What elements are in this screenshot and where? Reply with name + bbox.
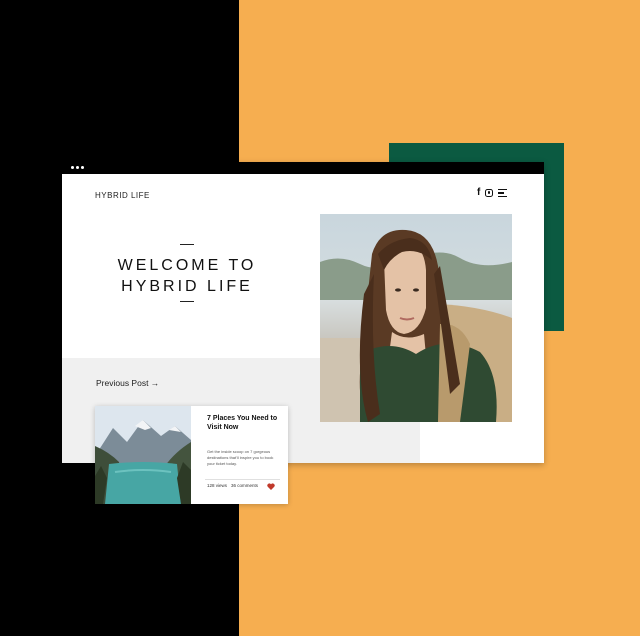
instagram-icon[interactable] <box>485 189 494 197</box>
window-dot-icon[interactable] <box>81 166 84 169</box>
hero-bottom-rule <box>180 301 194 303</box>
previous-post-link[interactable]: Previous Post → <box>96 378 159 388</box>
card-description: Get the inside scoop on 7 gorgeous desti… <box>207 449 274 466</box>
heart-icon[interactable] <box>267 483 275 490</box>
card-divider <box>205 479 280 480</box>
window-dot-icon[interactable] <box>76 166 79 169</box>
hero-photo <box>320 214 512 422</box>
window-titlebar <box>62 162 544 174</box>
card-title[interactable]: 7 Places You Need to Visit Now <box>207 414 279 432</box>
views-count: 128 views <box>207 483 228 488</box>
window-dot-icon[interactable] <box>71 166 74 169</box>
menu-icon[interactable] <box>498 189 508 197</box>
header-icons: f <box>477 188 508 198</box>
post-nav-panel-extension <box>320 422 420 463</box>
hero-line-1: WELCOME TO <box>117 257 257 274</box>
facebook-icon[interactable]: f <box>477 188 480 198</box>
featured-post-card[interactable]: 7 Places You Need to Visit Now Get the i… <box>95 406 288 504</box>
hero-line-2: HYBRID LIFE <box>121 278 253 295</box>
hero-top-rule <box>180 244 194 246</box>
hero-heading: WELCOME TO HYBRID LIFE <box>114 255 260 297</box>
window-controls[interactable] <box>71 166 84 169</box>
site-title[interactable]: HYBRID LIFE <box>95 191 150 200</box>
comments-count[interactable]: 36 comments <box>231 483 258 488</box>
card-stats: 128 views 36 comments <box>207 483 258 488</box>
card-image[interactable] <box>95 406 191 504</box>
